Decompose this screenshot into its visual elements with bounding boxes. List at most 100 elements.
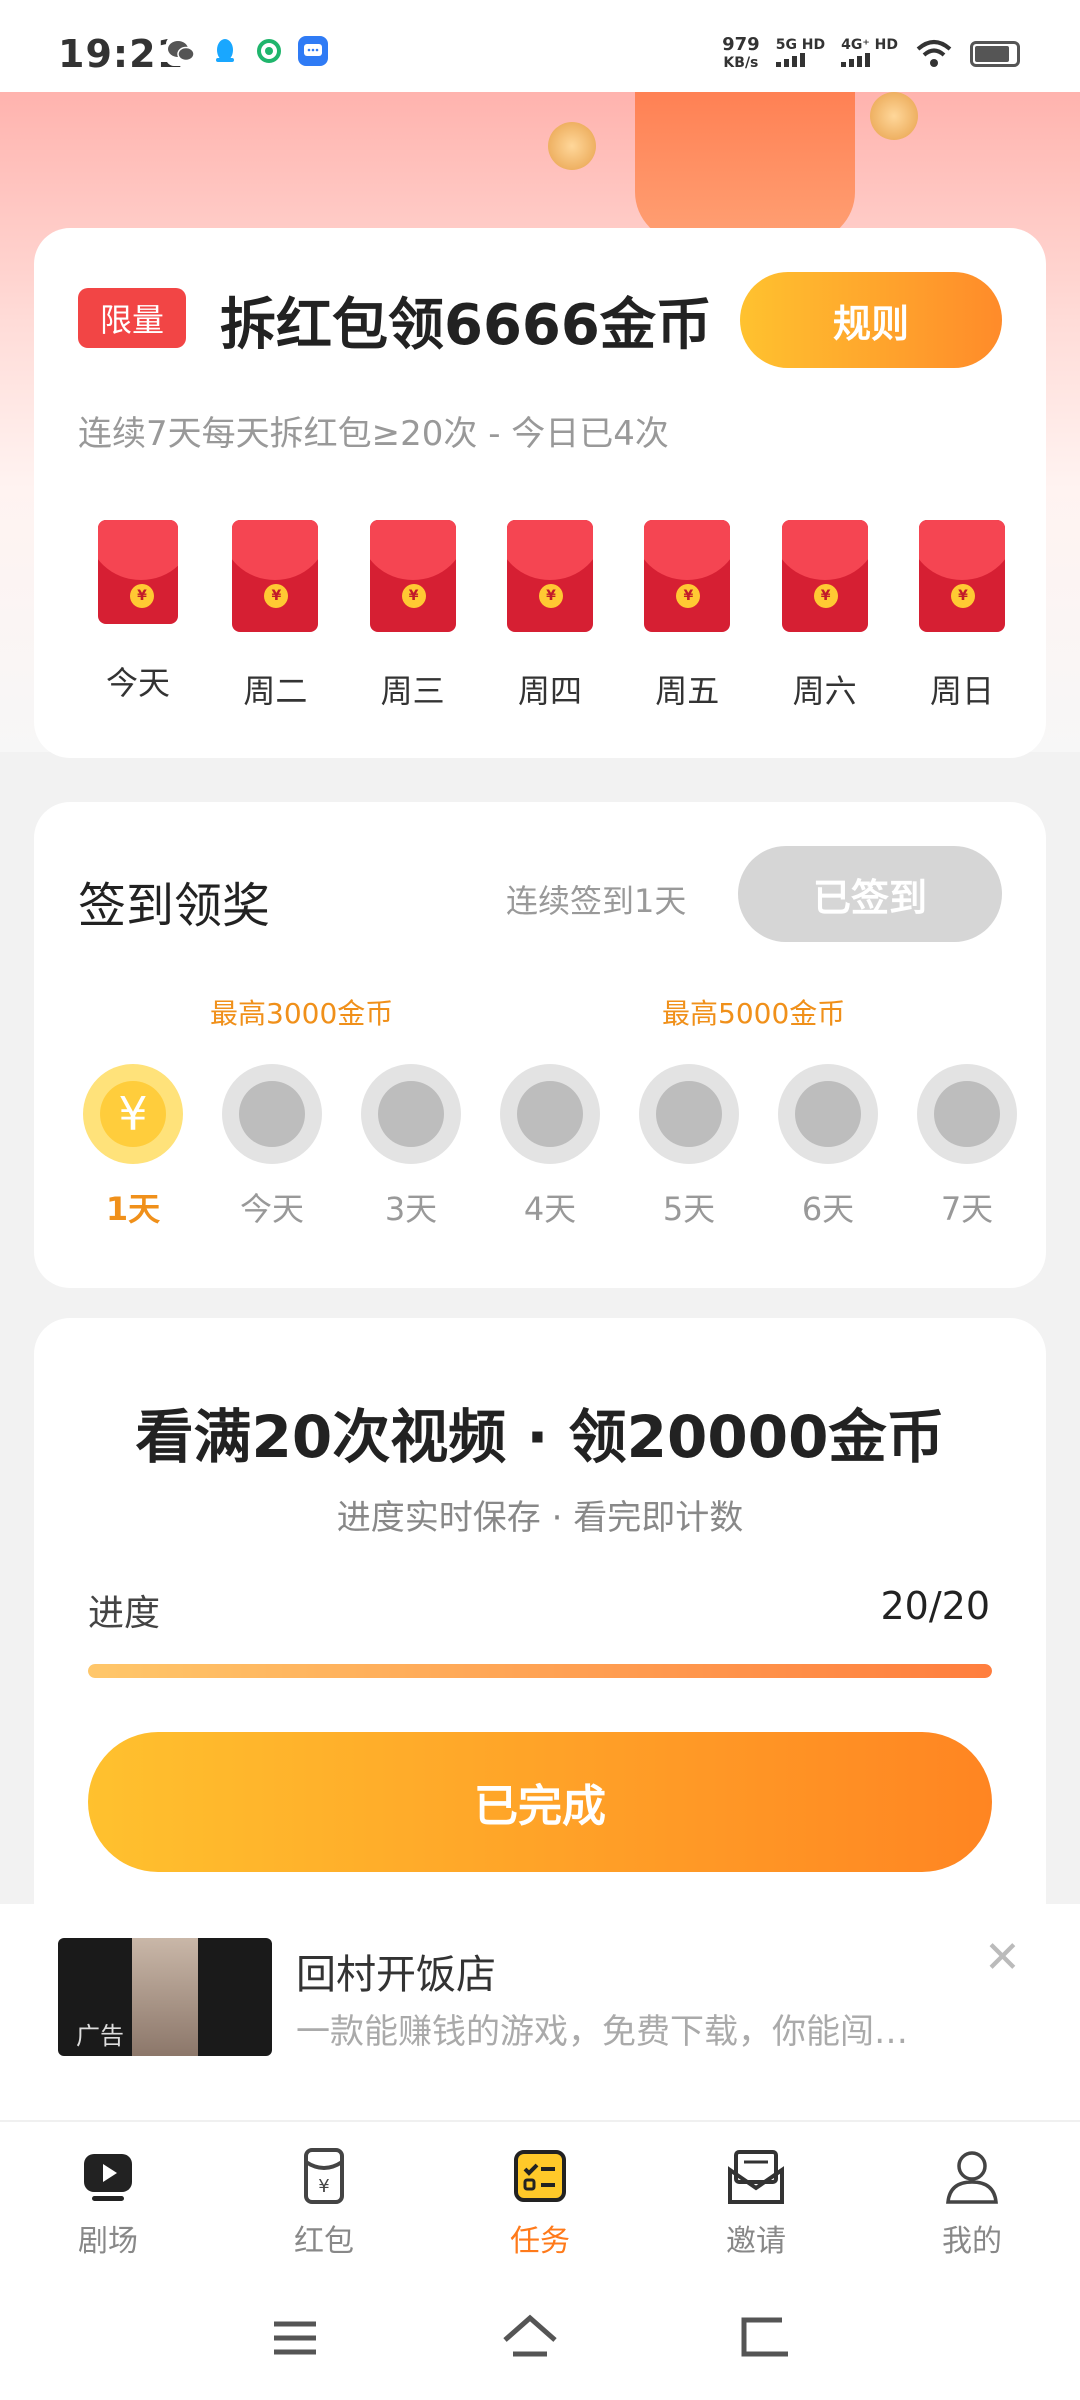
progress-bar bbox=[88, 1664, 992, 1678]
envelope-day-label: 周日 bbox=[929, 672, 994, 710]
wifi-icon bbox=[916, 40, 952, 67]
back-icon[interactable] bbox=[730, 2308, 800, 2368]
checkin-day[interactable]: 5天 bbox=[634, 1064, 744, 1230]
tab-label: 邀请 bbox=[726, 2224, 786, 2259]
tab-tasks[interactable]: 任务 bbox=[440, 2122, 640, 2280]
red-envelope-icon: ¥ bbox=[644, 520, 731, 632]
envelope-day-label: 周二 bbox=[243, 672, 308, 710]
checkin-day-label: 1天 bbox=[105, 1190, 161, 1228]
checkin-days: ¥ 1天 今天 3天 4天 5天 6天 7天 bbox=[78, 1064, 1022, 1230]
system-navigation-bar bbox=[0, 2280, 1080, 2400]
envelope-day[interactable]: ¥ 周六 bbox=[765, 520, 885, 712]
wechat-icon bbox=[166, 36, 196, 66]
rules-button[interactable]: 规则 bbox=[740, 272, 1002, 368]
envelope-day-label: 周五 bbox=[655, 672, 720, 710]
red-envelope-icon: ¥ bbox=[781, 520, 868, 632]
coin-placeholder-icon bbox=[500, 1064, 600, 1164]
envelope-day[interactable]: ¥ 周日 bbox=[902, 520, 1022, 712]
checkin-day[interactable]: 4天 bbox=[495, 1064, 605, 1230]
red-envelope-icon: ¥ bbox=[304, 2148, 344, 2204]
max-reward-label: 最高3000金币 bbox=[210, 997, 394, 1030]
red-envelope-icon: ¥ bbox=[506, 520, 593, 632]
battery-icon bbox=[970, 41, 1020, 67]
signed-button[interactable]: 已签到 bbox=[738, 846, 1002, 942]
ad-banner[interactable]: 广告 回村开饭店 一款能赚钱的游戏，免费下载，你能闯… ✕ bbox=[0, 1904, 1080, 2120]
progress-value: 20/20 bbox=[880, 1584, 990, 1628]
gift-box-illustration bbox=[635, 92, 855, 242]
checkin-day[interactable]: ¥ 1天 bbox=[78, 1064, 188, 1230]
completed-button[interactable]: 已完成 bbox=[88, 1732, 992, 1872]
status-bar: 19:21 979 KB/s 5G HD 4G⁺ HD bbox=[0, 0, 1080, 92]
checkin-streak: 连续签到1天 bbox=[506, 882, 687, 920]
checkin-day-label: 7天 bbox=[940, 1190, 994, 1228]
checkin-day[interactable]: 6天 bbox=[773, 1064, 883, 1230]
task-list-icon bbox=[514, 2150, 566, 2202]
envelope-day[interactable]: ¥ 今天 bbox=[78, 520, 198, 712]
checkin-day-label: 3天 bbox=[384, 1190, 438, 1228]
progress-fill bbox=[88, 1664, 992, 1678]
red-envelope-card: 限量 拆红包领6666金币 规则 连续7天每天拆红包≥20次 - 今日已4次 ¥… bbox=[34, 228, 1046, 758]
checkin-card: 签到领奖 连续签到1天 已签到 最高3000金币 最高5000金币 ¥ 1天 今… bbox=[34, 802, 1046, 1288]
checkin-day-label: 4天 bbox=[523, 1190, 577, 1228]
home-icon[interactable] bbox=[495, 2308, 565, 2368]
notification-icons bbox=[166, 36, 328, 66]
video-task-title: 看满20次视频 · 领20000金币 bbox=[135, 1403, 945, 1471]
red-envelope-icon: ¥ bbox=[232, 520, 319, 632]
checkin-day[interactable]: 3天 bbox=[356, 1064, 466, 1230]
tab-profile[interactable]: 我的 bbox=[872, 2122, 1072, 2280]
tab-label: 任务 bbox=[510, 2224, 570, 2259]
ad-thumbnail[interactable]: 广告 bbox=[58, 1938, 272, 2056]
coin-icon bbox=[548, 122, 596, 170]
tab-label: 我的 bbox=[942, 2224, 1002, 2259]
tab-label: 剧场 bbox=[78, 2224, 138, 2259]
close-icon[interactable]: ✕ bbox=[984, 1932, 1021, 1983]
coin-icon: ¥ bbox=[83, 1064, 183, 1164]
signal-4g: 4G⁺ HD bbox=[841, 37, 898, 71]
envelope-day[interactable]: ¥ 周五 bbox=[627, 520, 747, 712]
video-task-subtitle: 进度实时保存 · 看完即计数 bbox=[336, 1498, 744, 1538]
signal-bars-icon bbox=[841, 53, 871, 67]
red-envelope-icon: ¥ bbox=[98, 520, 178, 624]
invite-mail-icon bbox=[728, 2150, 784, 2204]
ad-tag: 广告 bbox=[76, 2022, 124, 2050]
coin-placeholder-icon bbox=[917, 1064, 1017, 1164]
envelope-day[interactable]: ¥ 周三 bbox=[353, 520, 473, 712]
bottom-tab-bar: 剧场 ¥ 红包 任务 邀请 我的 bbox=[0, 2120, 1080, 2280]
qq-icon bbox=[210, 36, 240, 66]
tab-label: 红包 bbox=[294, 2224, 354, 2259]
envelope-day[interactable]: ¥ 周二 bbox=[215, 520, 335, 712]
signal-5g: 5G HD bbox=[775, 37, 825, 71]
progress-label: 进度 bbox=[88, 1593, 161, 1634]
envelope-day-label: 周六 bbox=[792, 672, 857, 710]
checkin-day-label: 5天 bbox=[662, 1190, 716, 1228]
checkin-day[interactable]: 今天 bbox=[217, 1064, 327, 1230]
green-app-icon bbox=[254, 36, 284, 66]
checkin-day-label: 今天 bbox=[239, 1190, 304, 1228]
red-envelope-icon: ¥ bbox=[369, 520, 456, 632]
ad-title[interactable]: 回村开饭店 bbox=[296, 1942, 496, 2000]
envelope-day[interactable]: ¥ 周四 bbox=[490, 520, 610, 712]
profile-icon bbox=[946, 2151, 998, 2204]
envelope-card-subtitle: 连续7天每天拆红包≥20次 - 今日已4次 bbox=[78, 414, 669, 454]
red-envelope-icon: ¥ bbox=[918, 520, 1005, 632]
coin-placeholder-icon bbox=[361, 1064, 461, 1164]
envelope-card-title: 拆红包领6666金币 bbox=[220, 293, 712, 358]
tab-theater[interactable]: 剧场 bbox=[8, 2122, 208, 2280]
max-reward-label: 最高5000金币 bbox=[662, 997, 846, 1030]
tab-red-envelope[interactable]: ¥ 红包 bbox=[224, 2122, 424, 2280]
checkin-day-label: 6天 bbox=[801, 1190, 855, 1228]
envelope-day-label: 今天 bbox=[105, 664, 170, 702]
status-right: 979 KB/s 5G HD 4G⁺ HD bbox=[722, 36, 1020, 72]
checkin-title: 签到领奖 bbox=[78, 878, 271, 934]
coin-icon bbox=[870, 92, 918, 140]
network-speed: 979 KB/s bbox=[722, 34, 760, 72]
menu-icon[interactable] bbox=[260, 2308, 330, 2368]
signal-bars-icon bbox=[775, 53, 805, 67]
limited-tag: 限量 bbox=[78, 288, 186, 348]
message-app-icon bbox=[298, 36, 328, 66]
checkin-day[interactable]: 7天 bbox=[912, 1064, 1022, 1230]
ad-description: 一款能赚钱的游戏，免费下载，你能闯… bbox=[296, 2012, 908, 2052]
video-task-card: 看满20次视频 · 领20000金币 进度实时保存 · 看完即计数 进度 20/… bbox=[34, 1318, 1046, 1918]
envelope-row: ¥ 今天 ¥ 周二 ¥ 周三 ¥ 周四 ¥ 周五 ¥ 周六 ¥ 周日 bbox=[78, 520, 1022, 712]
tab-invite[interactable]: 邀请 bbox=[656, 2122, 856, 2280]
